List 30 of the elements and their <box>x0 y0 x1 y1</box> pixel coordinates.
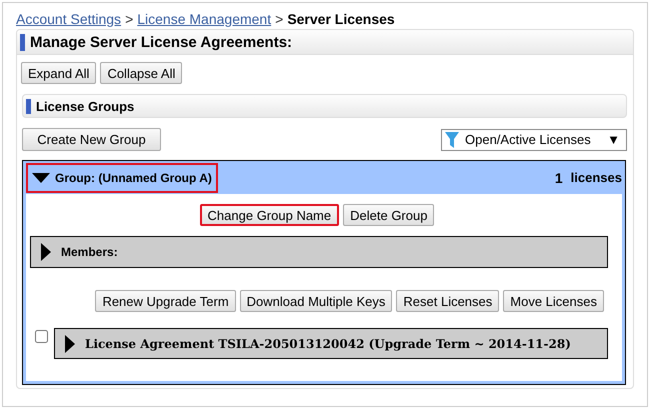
breadcrumb-link[interactable]: Account Settings <box>16 10 122 26</box>
members-bar[interactable]: Members: <box>30 236 608 268</box>
action-button[interactable]: Move Licenses <box>503 290 604 312</box>
panel-title: Manage Server License Agreements: <box>20 34 292 50</box>
create-group-button[interactable]: Create New Group <box>22 128 161 151</box>
license-checkbox[interactable] <box>35 330 48 343</box>
group-button[interactable]: Delete Group <box>343 204 434 226</box>
license-count-label: licenses <box>570 170 622 185</box>
panel-button[interactable]: Collapse All <box>100 62 182 84</box>
breadcrumb-current: Server Licenses <box>287 10 395 26</box>
section-title: License Groups <box>26 98 134 114</box>
action-button[interactable]: Renew Upgrade Term <box>95 290 236 312</box>
filter-icon <box>445 132 459 148</box>
license-agreement-label: License Agreement TSILA-205013120042 (Upgrade Term ~ 2014-11-28) <box>85 336 571 350</box>
group-name: Group: (Unnamed Group A) <box>55 170 212 184</box>
collapsed-triangle-icon[interactable] <box>40 243 52 261</box>
members-label: Members: <box>61 245 118 259</box>
breadcrumb-separator: > <box>275 10 284 26</box>
group-header[interactable]: Group: (Unnamed Group A) <box>26 162 218 192</box>
group-button[interactable]: Change Group Name <box>200 204 340 226</box>
panel-button[interactable]: Expand All <box>21 62 96 84</box>
breadcrumb-separator: > <box>125 10 134 26</box>
collapsed-triangle-icon[interactable] <box>64 334 76 352</box>
expanded-triangle-icon[interactable] <box>32 172 50 184</box>
action-button[interactable]: Download Multiple Keys <box>240 290 392 312</box>
filter-dropdown[interactable]: Open/Active Licenses ▼ <box>441 128 627 150</box>
license-agreement-bar[interactable]: License Agreement TSILA-205013120042 (Upgrade Term ~ 2014-11-28) <box>54 328 608 359</box>
breadcrumb-link[interactable]: License Management <box>137 10 272 26</box>
action-button[interactable]: Reset Licenses <box>396 290 500 312</box>
license-count: 1 <box>554 170 563 186</box>
